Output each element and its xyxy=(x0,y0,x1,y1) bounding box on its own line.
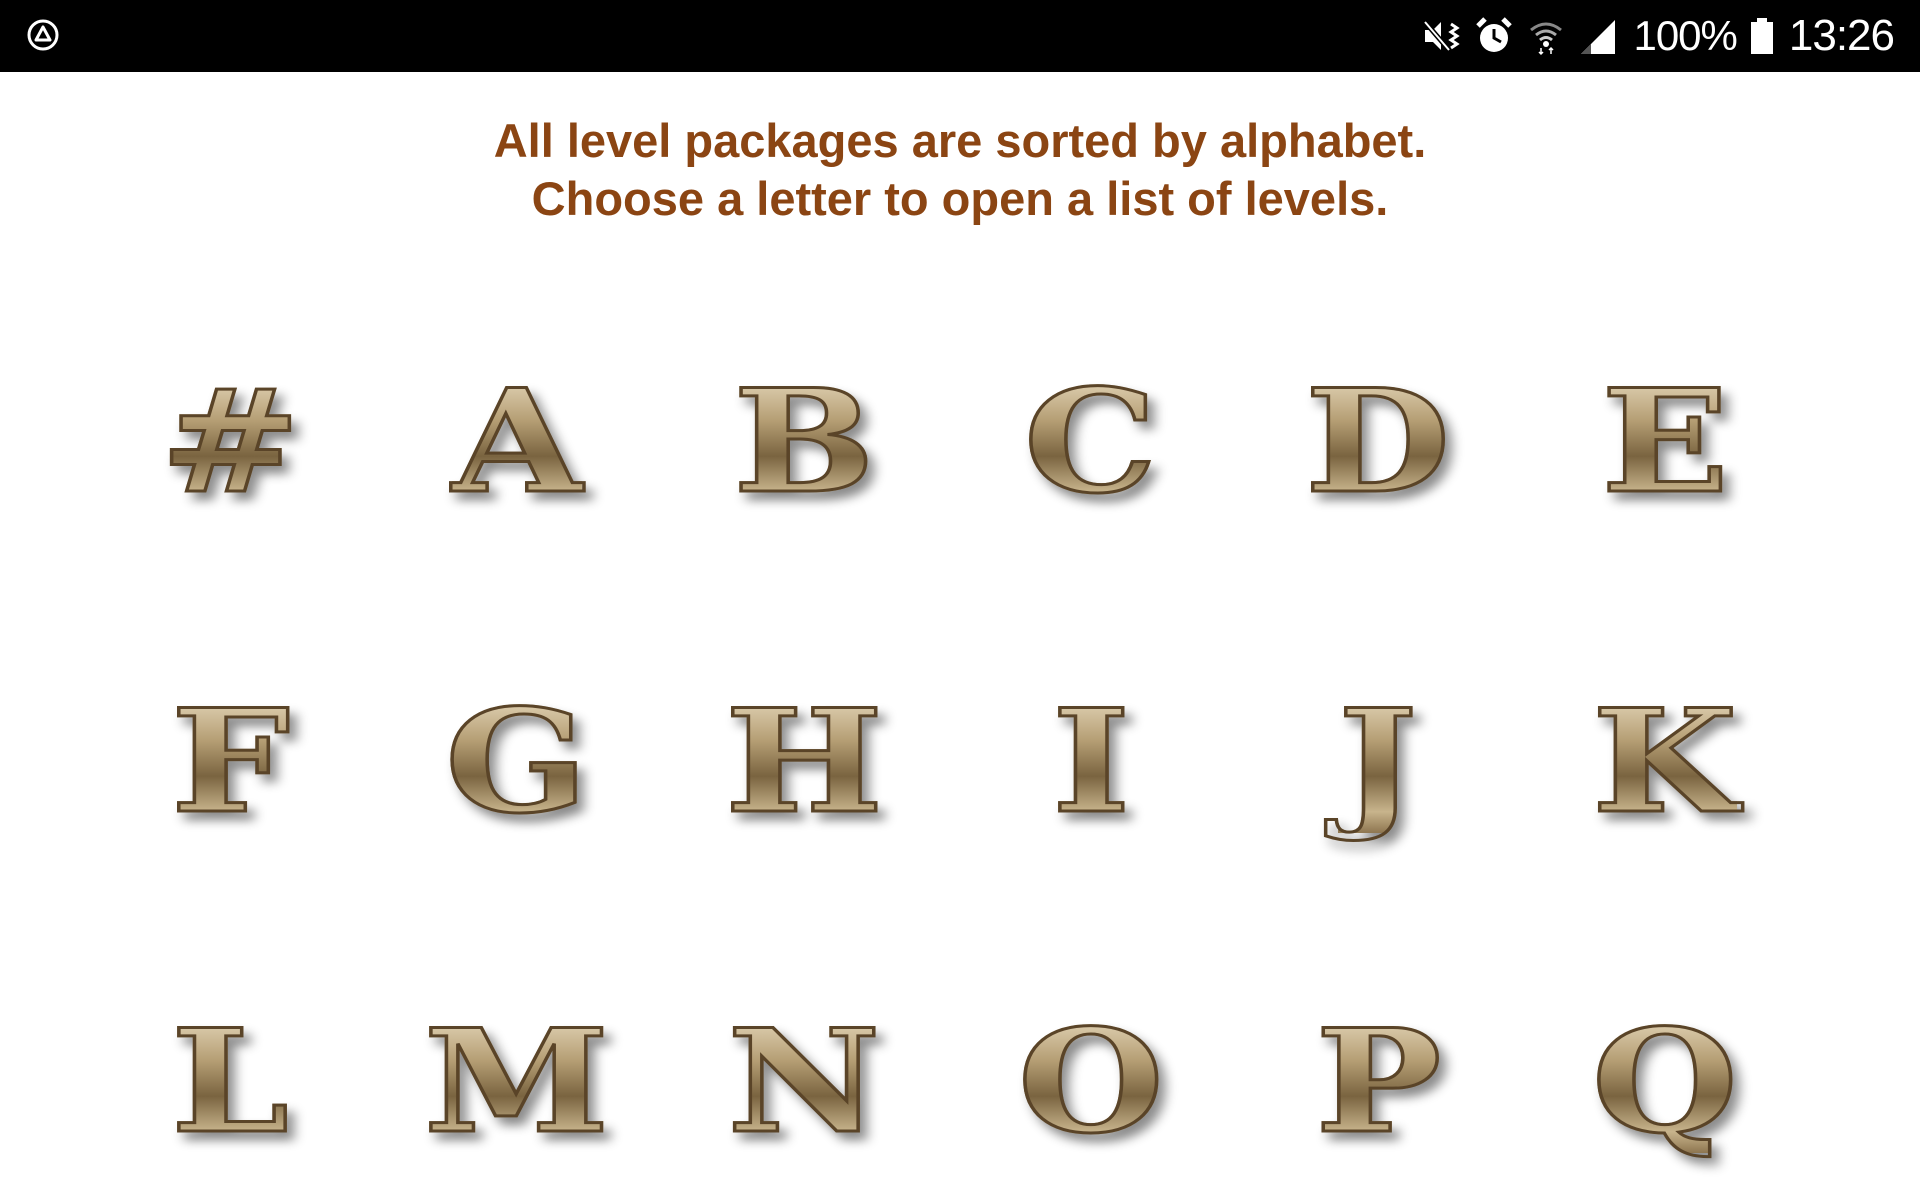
letter-label: E xyxy=(1599,359,1730,525)
letter-button-p[interactable]: P xyxy=(1258,982,1498,1182)
letter-button-e[interactable]: E xyxy=(1545,342,1785,542)
letter-label: H xyxy=(723,679,885,845)
letter-label: I xyxy=(1050,679,1132,845)
letter-button-l[interactable]: L xyxy=(110,982,350,1182)
letter-label: C xyxy=(1023,359,1160,525)
letter-label: M xyxy=(422,999,611,1165)
letter-label: L xyxy=(169,999,290,1165)
letter-button-d[interactable]: D xyxy=(1258,342,1498,542)
letter-button-k[interactable]: K xyxy=(1545,662,1785,862)
letter-button-g[interactable]: G xyxy=(397,662,637,862)
letter-label: J xyxy=(1337,679,1420,845)
letter-button-q[interactable]: Q xyxy=(1545,982,1785,1182)
letter-button-i[interactable]: I xyxy=(971,662,1211,862)
letter-button-f[interactable]: F xyxy=(110,662,350,862)
letter-button-n[interactable]: N xyxy=(684,982,924,1182)
letter-button-o[interactable]: O xyxy=(971,982,1211,1182)
letter-button-b[interactable]: B xyxy=(684,342,924,542)
letter-label: D xyxy=(1304,359,1453,525)
letter-button-c[interactable]: C xyxy=(971,342,1211,542)
letter-label: G xyxy=(444,679,591,845)
letter-label: F xyxy=(169,679,292,845)
letter-button-h[interactable]: H xyxy=(684,662,924,862)
letter-label: N xyxy=(726,999,883,1165)
letter-label: K xyxy=(1590,679,1739,845)
letter-label: O xyxy=(1016,999,1166,1165)
letter-label: A xyxy=(450,359,584,525)
letter-button-j[interactable]: J xyxy=(1258,662,1498,862)
letter-button-a[interactable]: A xyxy=(397,342,637,542)
letter-button-m[interactable]: M xyxy=(397,982,637,1182)
letter-label: P xyxy=(1313,999,1443,1165)
letter-button-hash[interactable]: # xyxy=(110,342,350,542)
letter-label: B xyxy=(731,359,876,525)
letter-grid: # A B C D E F G H I J K L M N O P Q xyxy=(0,0,1920,1155)
letter-label: Q xyxy=(1590,999,1740,1165)
letter-label: # xyxy=(158,359,302,525)
